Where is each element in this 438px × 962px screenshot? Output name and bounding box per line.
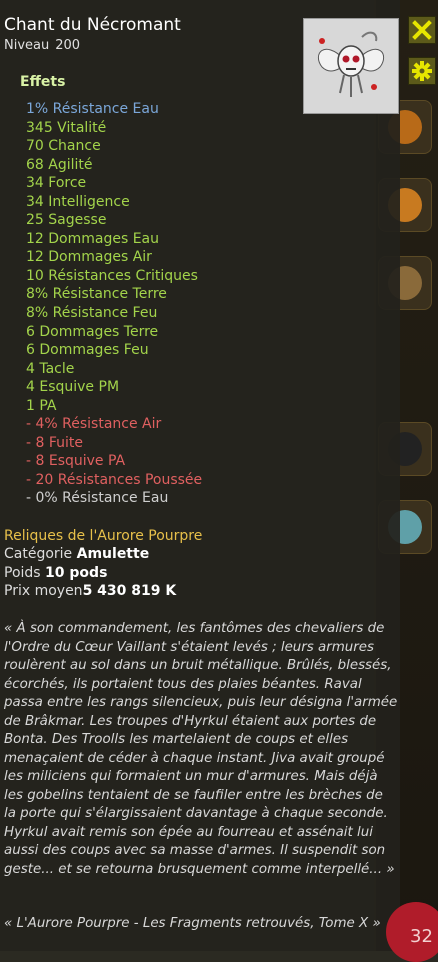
weight-row: Poids 10 pods [4,565,107,581]
effect-line: - 0% Résistance Eau [26,490,169,507]
necromancer-amulet-icon [317,31,385,97]
price-row: Prix moyen5 430 819 K [4,583,176,599]
close-button[interactable] [408,16,436,44]
effect-line: 345 Vitalité [26,119,107,136]
effect-line: 1% Résistance Eau [26,101,159,117]
effects-title: Effets [20,74,66,90]
effect-line: 12 Dommages Eau [26,230,160,247]
effects-list: 1% Résistance Eau 345 Vitalité 70 Chance 68… [26,100,202,508]
effect-line: 34 Intelligence [26,193,130,210]
effect-line: - 8 Fuite [26,434,84,451]
effect-line: 12 Dommages Air [26,249,152,266]
gear-icon [412,61,432,81]
effect-line: 4 Esquive PM [26,379,120,396]
effect-line: 10 Résistances Critiques [26,267,198,284]
effect-line: 8% Résistance Feu [26,305,158,322]
category-row: Catégorie Amulette [4,546,149,562]
item-name: Chant du Nécromant [4,15,181,35]
category-label: Catégorie [4,546,73,562]
item-image [303,18,399,114]
item-level: Niveau 200 [4,38,80,53]
effect-line: 4 Tacle [26,360,75,377]
effect-line: 6 Dommages Terre [26,323,159,340]
item-tooltip: Chant du Nécromant Niveau 200 Effets 1% R… [0,0,400,951]
level-label: Niveau [4,38,50,53]
effect-line: 68 Agilité [26,156,93,173]
price-label: Prix moyen [4,583,83,599]
effect-line: 8% Résistance Terre [26,286,167,303]
level-value: 200 [55,38,81,53]
effect-line: 70 Chance [26,138,101,155]
effect-line: - 20 Résistances Poussée [26,471,203,488]
corner-number: 32 [410,926,433,947]
item-description: « À son commandement, les fantômes des c… [4,621,398,877]
effect-line: 25 Sagesse [26,212,107,229]
close-icon [412,20,432,40]
weight-label: Poids [4,565,41,581]
weight-value: 10 pods [45,565,108,581]
effect-line: 1 PA [26,397,57,414]
item-source: « L'Aurore Pourpre - Les Fragments retro… [4,916,381,931]
effect-line: - 8 Esquive PA [26,453,126,470]
settings-button[interactable] [408,57,436,85]
price-value: 5 430 819 K [82,583,177,599]
effect-line: 6 Dommages Feu [26,342,149,359]
effect-line: 34 Force [26,175,87,192]
set-name[interactable]: Reliques de l'Aurore Pourpre [4,528,202,544]
effect-line: - 4% Résistance Air [26,416,162,433]
category-value: Amulette [76,546,150,562]
